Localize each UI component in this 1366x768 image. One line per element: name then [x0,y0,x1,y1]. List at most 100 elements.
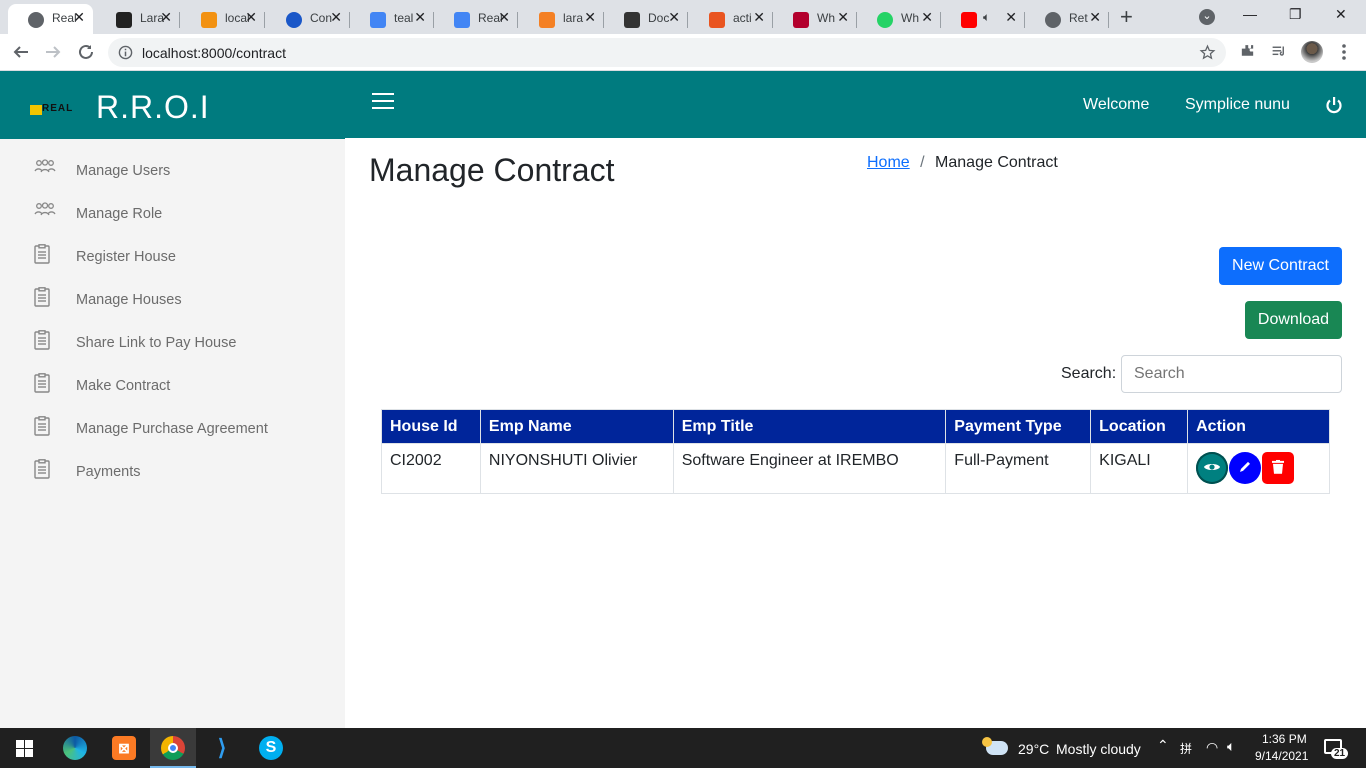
extensions-icon[interactable] [1239,43,1256,60]
close-window-icon[interactable]: ✕ [1335,6,1347,23]
users-icon [34,202,56,222]
close-tab-icon[interactable]: ✕ [498,9,510,26]
star-icon[interactable] [1199,44,1216,61]
close-tab-icon[interactable]: ✕ [584,9,596,26]
column-header[interactable]: House Id [381,409,481,444]
sidebar: Manage Users Manage Role Register House Man… [0,139,345,728]
weather-desc[interactable]: Mostly cloudy [1056,741,1141,757]
sidebar-item-manage-purchase-agreement[interactable]: Manage Purchase Agreement [0,416,345,462]
edge-icon[interactable] [63,736,87,760]
close-tab-icon[interactable]: ✕ [245,9,257,26]
clock-time[interactable]: 1:36 PM [1262,732,1307,746]
column-header[interactable]: Emp Name [479,409,674,444]
column-header[interactable]: Action [1187,409,1330,444]
sidebar-brand: REAL R.R.O.I [0,71,345,139]
ubuntu-icon [709,12,725,28]
view-button[interactable] [1196,452,1229,484]
profile-avatar[interactable] [1301,41,1323,63]
browser-tab[interactable]: 🔈︎ ✕ [941,4,1025,34]
user-name[interactable]: Symplice nunu [1185,96,1290,114]
brand-title[interactable]: R.R.O.I [96,89,210,126]
browser-tab[interactable]: Wh ✕ [857,4,941,34]
close-tab-icon[interactable]: ✕ [330,9,342,26]
back-icon[interactable] [12,43,30,61]
chrome-taskbar-active[interactable] [150,728,196,768]
browser-tab[interactable]: teal ✕ [350,4,434,34]
sidebar-item-label: Make Contract [76,378,171,394]
close-tab-icon[interactable]: ✕ [921,9,933,26]
minimize-icon[interactable]: — [1243,6,1257,22]
power-icon[interactable] [1325,96,1343,114]
browser-tab[interactable]: Real ✕ [8,4,93,34]
skype-icon[interactable]: S [259,736,283,760]
edit-button[interactable] [1229,452,1262,484]
language-icon[interactable]: 拼 [1180,740,1192,757]
close-tab-icon[interactable]: ✕ [668,9,680,26]
vscode-icon[interactable]: ⟩ [210,736,234,760]
weather-icon[interactable] [982,737,1008,755]
volume-icon[interactable]: 🔈︎ [1227,738,1235,755]
sidebar-item-payments[interactable]: Payments [0,459,345,505]
new-tab-button[interactable]: + [1120,4,1133,30]
kebab-menu-icon[interactable] [1337,43,1351,61]
hamburger-menu-icon[interactable] [372,92,394,110]
browser-tab[interactable]: lara ✕ [519,4,604,34]
sidebar-item-manage-houses[interactable]: Manage Houses [0,287,345,333]
wifi-icon[interactable]: ◠ [1206,739,1218,756]
media-control-icon[interactable] [1270,43,1288,60]
forward-icon[interactable] [44,43,62,61]
search-input[interactable] [1121,355,1342,393]
breadcrumb: Home / Manage Contract [867,154,1058,172]
clock-date[interactable]: 9/14/2021 [1255,749,1308,763]
close-tab-icon[interactable]: ✕ [160,9,172,26]
sidebar-item-manage-role[interactable]: Manage Role [0,202,345,247]
download-button[interactable]: Download [1245,301,1342,339]
browser-tab[interactable]: Con ✕ [266,4,350,34]
weather-temp[interactable]: 29°C [1018,741,1049,757]
browser-tab[interactable]: Lara ✕ [96,4,180,34]
xampp-icon[interactable]: ⊠ [112,736,136,760]
trash-icon [1272,459,1285,474]
contracts-table: House Id Emp Name Emp Title Payment Type Loc… [381,409,1330,494]
sidebar-item-label: Manage Purchase Agreement [76,421,268,437]
maximize-icon[interactable]: ❐ [1289,6,1302,23]
close-tab-icon[interactable]: ✕ [1089,9,1101,26]
sidebar-item-manage-users[interactable]: Manage Users [0,159,345,204]
chevron-up-icon[interactable]: ⌃ [1157,737,1169,754]
browser-tab[interactable]: local ✕ [181,4,265,34]
tab-search-icon[interactable]: ⌄ [1199,9,1215,25]
close-tab-icon[interactable]: ✕ [753,9,765,26]
delete-button[interactable] [1262,452,1295,484]
close-tab-icon[interactable]: ✕ [837,9,849,26]
new-contract-button[interactable]: New Contract [1219,247,1342,285]
windows-taskbar: ⊠ ⟩ S 29°C Mostly cloudy ⌃ 拼 ◠ 🔈︎ 1:36 P… [0,728,1366,768]
browser-tab[interactable]: Ret ✕ [1025,4,1109,34]
clipboard-icon [34,416,54,436]
close-tab-icon[interactable]: ✕ [73,9,85,26]
browser-tab[interactable]: Wh ✕ [773,4,857,34]
column-header[interactable]: Payment Type [945,409,1092,444]
close-tab-icon[interactable]: ✕ [414,9,426,26]
sidebar-item-label: Manage Users [76,163,171,179]
info-icon[interactable] [118,45,133,60]
stackoverflow-icon [539,12,555,28]
sidebar-item-share-link-to-pay-house[interactable]: Share Link to Pay House [0,330,345,376]
tab-separator [1108,12,1109,28]
browser-tab[interactable]: Doc ✕ [604,4,688,34]
column-header[interactable]: Emp Title [672,409,947,444]
browser-tab[interactable]: acti ✕ [689,4,773,34]
breadcrumb-home-link[interactable]: Home [867,154,910,171]
whatsapp-icon [877,12,893,28]
windows-start-icon[interactable] [16,740,33,757]
close-tab-icon[interactable]: ✕ [1005,9,1017,26]
table-cell: Full-Payment [945,443,1092,494]
sidebar-item-register-house[interactable]: Register House [0,244,345,290]
pencil-icon [1238,460,1252,474]
action-cell [1187,443,1330,494]
address-bar[interactable]: localhost:8000/contract [108,38,1226,67]
sidebar-item-make-contract[interactable]: Make Contract [0,373,345,419]
reload-icon[interactable] [77,43,95,61]
column-header[interactable]: Location [1090,409,1189,444]
tab-audio-icon[interactable]: 🔈︎ [983,10,990,25]
browser-tab[interactable]: Real ✕ [434,4,518,34]
